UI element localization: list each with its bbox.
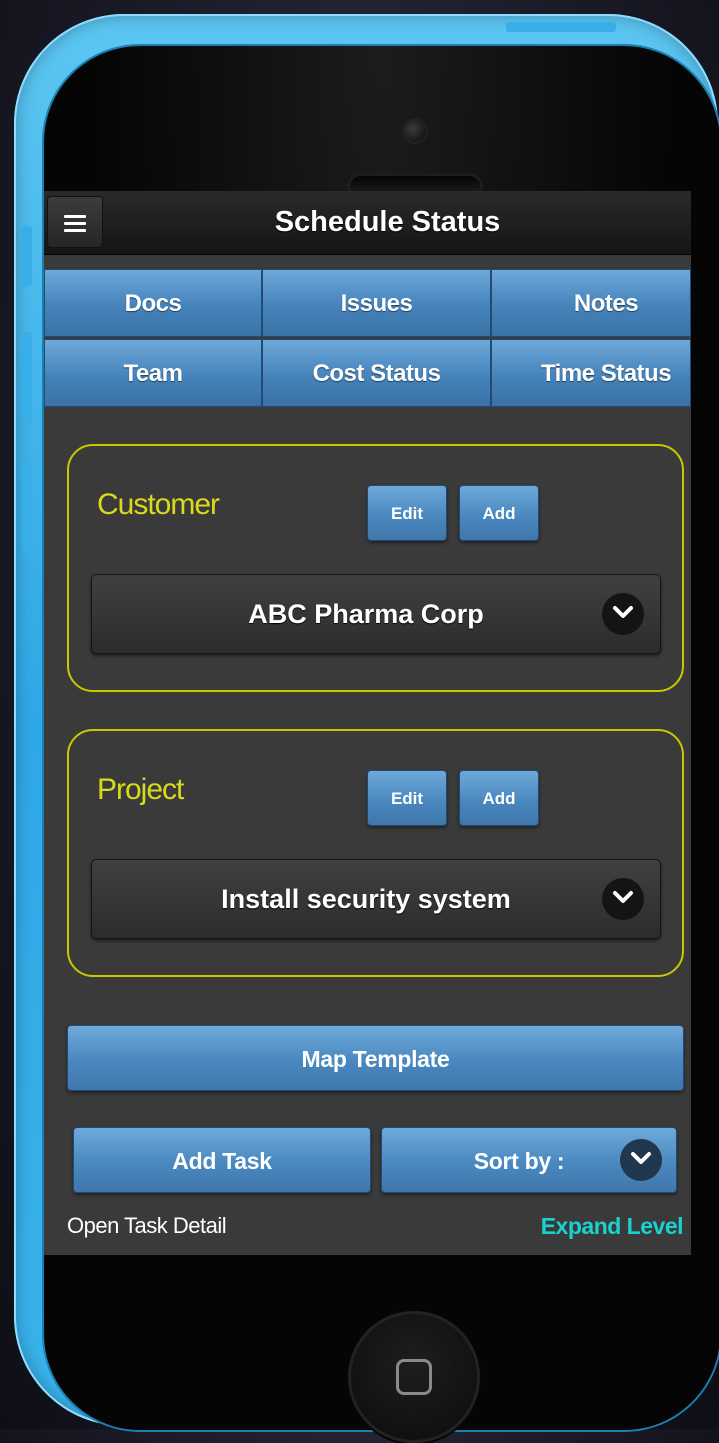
volume-up-button [22,332,32,424]
customer-panel: Customer Edit Add ABC Pharma Corp [67,444,684,692]
app-screen: Schedule Status Docs Issues Notes Team C… [44,191,691,1255]
hamburger-icon [64,215,86,236]
menu-button[interactable] [47,196,103,248]
customer-add-button[interactable]: Add [459,485,539,541]
customer-select[interactable]: ABC Pharma Corp [91,574,661,654]
customer-selected-value: ABC Pharma Corp [248,599,484,629]
power-button [506,22,616,32]
project-panel: Project Edit Add Install security system [67,729,684,977]
project-select[interactable]: Install security system [91,859,661,939]
map-template-button[interactable]: Map Template [67,1025,684,1091]
chevron-down-icon [602,878,644,920]
tab-team[interactable]: Team [44,339,262,407]
chevron-down-icon [620,1139,662,1181]
tab-notes[interactable]: Notes [491,269,691,337]
sort-by-select[interactable]: Sort by : [381,1127,677,1193]
tab-cost-status[interactable]: Cost Status [262,339,491,407]
mute-switch [22,226,32,286]
tab-issues[interactable]: Issues [262,269,491,337]
front-camera [404,120,426,142]
expand-level-link[interactable]: Expand Level [541,1213,684,1240]
volume-down-button [22,462,32,554]
add-task-button[interactable]: Add Task [73,1127,371,1193]
tab-time-status[interactable]: Time Status [491,339,691,407]
home-square-icon [396,1359,432,1395]
project-edit-button[interactable]: Edit [367,770,447,826]
tab-docs[interactable]: Docs [44,269,262,337]
chevron-down-icon [602,593,644,635]
project-label: Project [97,773,184,806]
customer-label: Customer [97,488,220,521]
project-add-button[interactable]: Add [459,770,539,826]
project-selected-value: Install security system [221,884,511,914]
page-title: Schedule Status [274,206,501,238]
home-button[interactable] [348,1311,480,1443]
open-task-detail-link[interactable]: Open Task Detail [67,1213,227,1239]
header-bar: Schedule Status [44,191,691,255]
customer-edit-button[interactable]: Edit [367,485,447,541]
sort-by-label: Sort by : [473,1148,565,1174]
